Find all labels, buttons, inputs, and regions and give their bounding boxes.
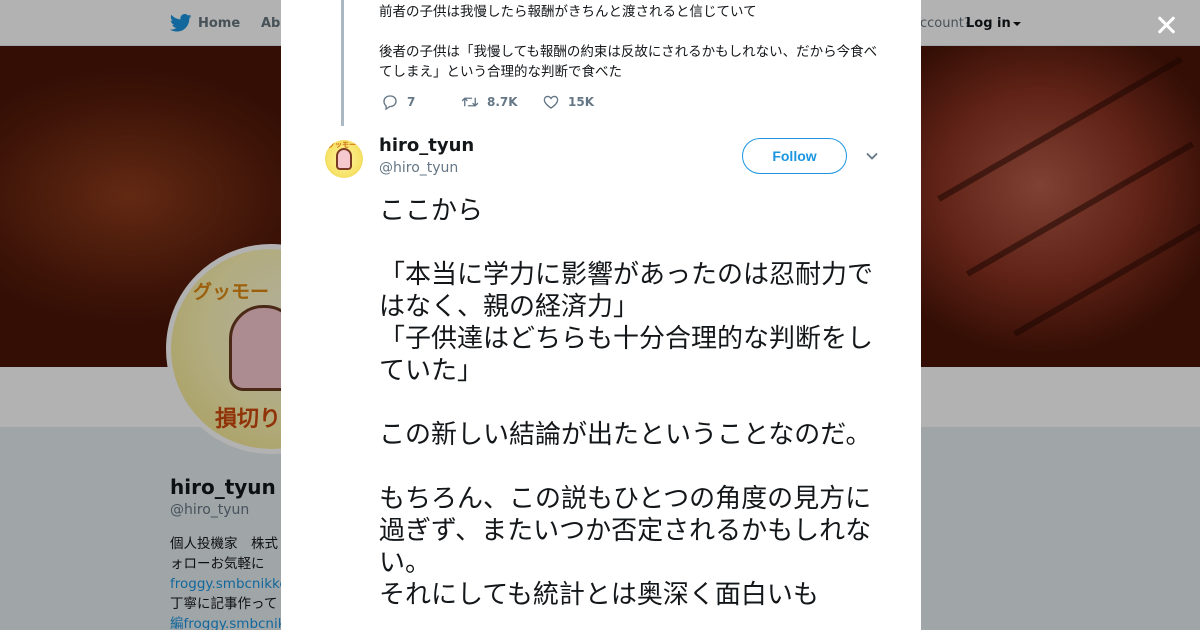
tweet-line: もちろん、この説もひとつの角度の見方に過ぎず、またいつか否定されるかもしれない。 — [379, 484, 872, 578]
author-avatar[interactable]: グッモー — [325, 140, 363, 178]
previous-tweet-actions: 7 8.7K 15K — [381, 92, 594, 112]
follow-button[interactable]: Follow — [742, 138, 847, 174]
previous-tweet-text: 前者の子供は我慢したら報酬がきちんと渡されると信じていて 後者の子供は「我慢して… — [379, 2, 879, 82]
tweet-line: 後者の子供は「我慢しても報酬の約束は反故にされるかもしれない、だから今食べてしま… — [379, 44, 878, 80]
close-icon[interactable] — [1150, 8, 1182, 40]
author-handle[interactable]: @hiro_tyun — [379, 160, 458, 176]
retweet-icon — [461, 97, 479, 107]
like-button[interactable]: 15K — [542, 93, 594, 111]
tweet-line: この新しい結論が出たということなのだ。 — [379, 420, 872, 450]
reply-icon — [383, 95, 397, 111]
avatar-character — [336, 148, 352, 170]
tweet-line: それにしても統計とは奥深く面白いも — [379, 580, 819, 610]
tweet-line: 前者の子供は我慢したら報酬がきちんと渡されると信じていて — [379, 4, 757, 20]
chevron-down-icon[interactable] — [865, 149, 879, 163]
retweet-count: 8.7K — [487, 95, 518, 109]
tweet-line: 「本当に学力に影響があったのは忍耐力ではなく、親の経済力」 — [379, 260, 874, 322]
reply-count: 7 — [407, 95, 416, 109]
heart-icon — [543, 95, 559, 109]
thread-connector — [341, 0, 344, 126]
tweet-text: ここから 「本当に学力に影響があったのは忍耐力ではなく、親の経済力」 「子供達は… — [379, 195, 889, 611]
tweet-permalink-modal: 前者の子供は我慢したら報酬がきちんと渡されると信じていて 後者の子供は「我慢して… — [281, 0, 921, 630]
retweet-button[interactable]: 8.7K — [461, 93, 542, 111]
author-name[interactable]: hiro_tyun — [379, 135, 474, 156]
tweet-line: ここから — [379, 196, 484, 226]
like-count: 15K — [568, 95, 594, 109]
reply-button[interactable]: 7 — [381, 93, 461, 111]
tweet-line: 「子供達はどちらも十分合理的な判断をしていた」 — [379, 324, 874, 386]
